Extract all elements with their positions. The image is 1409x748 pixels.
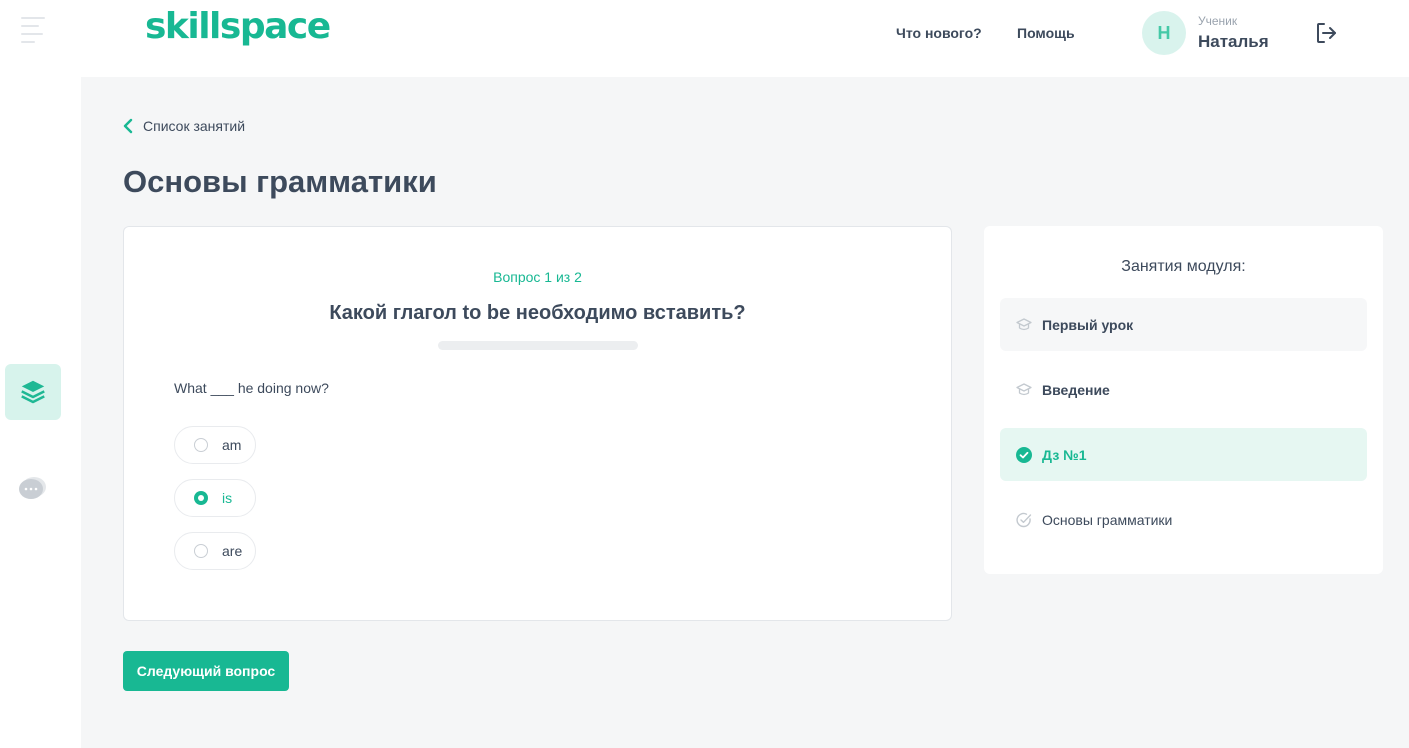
- back-to-lessons-link[interactable]: Список занятий: [123, 118, 245, 134]
- radio-button[interactable]: [194, 438, 208, 452]
- lesson-label: Основы грамматики: [1042, 511, 1173, 528]
- user-name: Наталья: [1198, 32, 1269, 51]
- help-link[interactable]: Помощь: [1017, 25, 1075, 41]
- answer-option-is[interactable]: is: [174, 479, 256, 517]
- menu-icon[interactable]: [21, 17, 45, 43]
- chat-icon[interactable]: [16, 474, 48, 504]
- question-sentence: What ___ he doing now?: [174, 380, 329, 396]
- lesson-label: Первый урок: [1042, 316, 1134, 333]
- logo[interactable]: skillspace: [145, 6, 331, 47]
- next-question-button[interactable]: Следующий вопрос: [123, 651, 289, 691]
- lesson-item-grammar-basics[interactable]: Основы грамматики: [1000, 493, 1367, 546]
- layers-icon[interactable]: [5, 364, 61, 420]
- answer-option-are[interactable]: are: [174, 532, 256, 570]
- check-circle-icon: [1016, 446, 1032, 463]
- question-counter: Вопрос 1 из 2: [493, 269, 582, 285]
- avatar[interactable]: Н: [1142, 11, 1186, 55]
- answer-label: are: [222, 543, 243, 559]
- question-title: Какой глагол to be необходимо вставить?: [329, 302, 746, 324]
- question-progress-bar: [438, 341, 638, 350]
- left-rail: [0, 0, 81, 748]
- chevron-left-icon: [123, 118, 133, 134]
- answer-label: am: [222, 437, 242, 453]
- module-lessons-panel: Занятия модуля: Первый урок Введение Дз …: [984, 226, 1383, 574]
- module-title: Занятия модуля:: [1121, 258, 1246, 275]
- lesson-item-intro[interactable]: Введение: [1000, 363, 1367, 416]
- lesson-item-first[interactable]: Первый урок: [1000, 298, 1367, 351]
- answer-option-am[interactable]: am: [174, 426, 256, 464]
- lesson-label: Дз №1: [1042, 446, 1087, 463]
- page-title: Основы грамматики: [123, 164, 437, 199]
- quiz-card: Вопрос 1 из 2 Какой глагол to be необход…: [123, 226, 952, 621]
- answer-label: is: [222, 490, 233, 506]
- top-header: skillspace Что нового? Помощь Н Ученик Н…: [81, 0, 1409, 77]
- user-role: Ученик: [1198, 14, 1238, 28]
- lesson-label: Введение: [1042, 381, 1110, 398]
- lesson-item-homework-1[interactable]: Дз №1: [1000, 428, 1367, 481]
- back-link-label: Список занятий: [143, 118, 246, 134]
- graduation-cap-icon: [1016, 317, 1032, 333]
- check-outline-icon: [1016, 512, 1032, 528]
- radio-button-checked[interactable]: [194, 491, 208, 505]
- logout-icon[interactable]: [1314, 21, 1338, 45]
- graduation-cap-icon: [1016, 382, 1032, 398]
- whats-new-link[interactable]: Что нового?: [896, 25, 982, 41]
- radio-button[interactable]: [194, 544, 208, 558]
